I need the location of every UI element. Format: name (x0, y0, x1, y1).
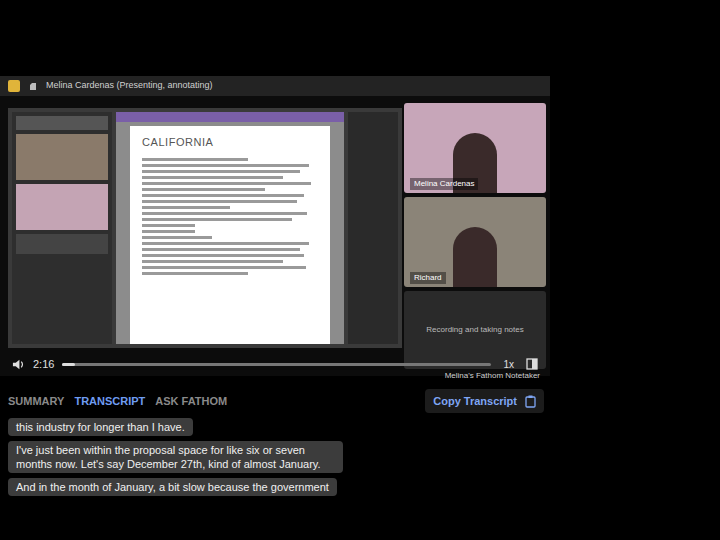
text-line (142, 218, 292, 221)
text-line (142, 248, 300, 251)
tab[interactable]: TRANSCRIPT (74, 389, 145, 414)
clipboard-icon (525, 395, 536, 408)
transcript-bubble: I've just been within the proposal space… (8, 441, 343, 473)
text-line (142, 206, 230, 209)
participant-name: Melina Cardenas (410, 178, 478, 190)
text-line (142, 158, 248, 161)
document-logo: CALIFORNIA (142, 134, 318, 151)
fullscreen-icon[interactable] (526, 358, 538, 370)
text-line (142, 254, 304, 257)
text-line (142, 194, 304, 197)
copy-label: Copy Transcript (433, 393, 517, 410)
text-line (142, 200, 297, 203)
notetaker-status: Recording and taking notes (426, 324, 523, 336)
text-line (142, 170, 300, 173)
text-line (142, 260, 283, 263)
transcript-bubble: And in the month of January, a bit slow … (8, 478, 337, 496)
progress-fill (62, 363, 75, 366)
volume-icon[interactable] (12, 358, 25, 371)
participant-tile: Richard (404, 197, 546, 287)
presenter-label: Melina Cardenas (Presenting, annotating) (46, 79, 213, 93)
text-line (142, 272, 248, 275)
text-line (142, 236, 212, 239)
fathom-player-page: Melina Cardenas (Presenting, annotating) (0, 0, 720, 540)
transcript-bubble: this industry for longer than I have. (8, 418, 193, 436)
text-line (142, 176, 283, 179)
playback-time: 2:16 (33, 356, 54, 373)
text-line (142, 266, 306, 269)
text-line (142, 188, 265, 191)
transcript-list: this industry for longer than I have. I'v… (0, 414, 345, 496)
participant-column: Melina Cardenas Richard Recording and taki… (404, 96, 546, 376)
tab-bar: SUMMARY TRANSCRIPT ASK FATHOM (8, 389, 227, 414)
notetaker-label: Melina's Fathom Notetaker (445, 370, 540, 382)
participant-name: Richard (410, 272, 446, 284)
notetaker-tile: Recording and taking notes (404, 291, 546, 369)
text-line (142, 224, 195, 227)
shared-screen: CALIFORNIA (0, 96, 404, 376)
app-icon (8, 80, 20, 92)
tab[interactable]: SUMMARY (8, 389, 64, 414)
tab[interactable]: ASK FATHOM (155, 389, 227, 414)
participant-tile: Melina Cardenas (404, 103, 546, 193)
participant-video (453, 227, 497, 287)
text-line (142, 164, 309, 167)
speed-button[interactable]: 1x (499, 357, 518, 372)
progress-track[interactable] (62, 363, 491, 366)
text-line (142, 242, 309, 245)
video-player[interactable]: Melina Cardenas (Presenting, annotating) (0, 76, 550, 376)
copy-transcript-button[interactable]: Copy Transcript (425, 389, 544, 413)
text-line (142, 182, 311, 185)
rfp-document: CALIFORNIA (130, 126, 330, 344)
text-line (142, 212, 307, 215)
text-line (142, 230, 195, 233)
hand-icon (28, 81, 38, 91)
meeting-bar: Melina Cardenas (Presenting, annotating) (0, 76, 550, 96)
